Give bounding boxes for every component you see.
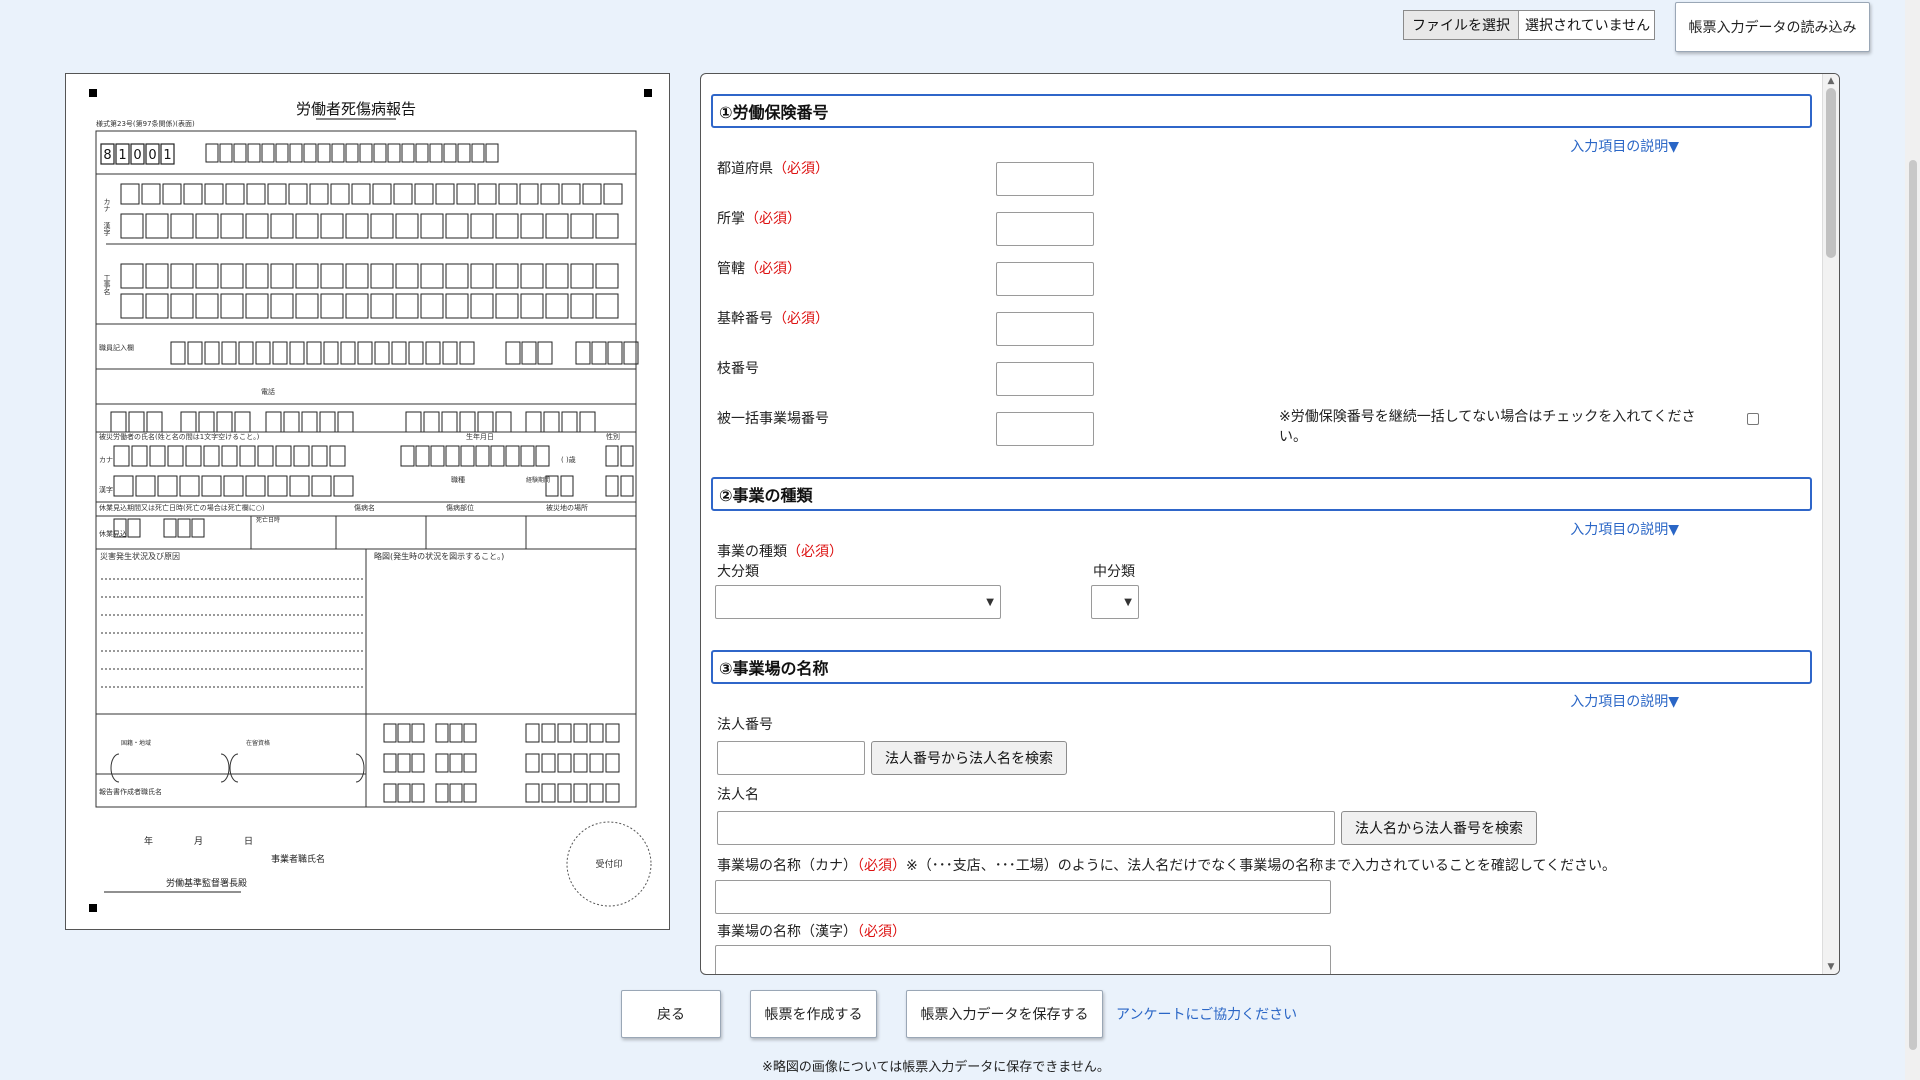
panel-scrollbar[interactable]: ▲ ▼ [1822, 74, 1839, 974]
site-name-kanji-input[interactable] [715, 945, 1331, 974]
preview-label-circumstances: 災害発生状況及び原因 [100, 551, 180, 561]
major-category-select[interactable]: ▼ [715, 585, 1001, 619]
section-title-site-name: ③事業場の名称 [711, 650, 1812, 684]
preview-label-addressee: 労働基準監督署長殿 [166, 877, 247, 889]
preview-label-experience: 経験期間 [526, 476, 550, 484]
file-input[interactable]: ファイルを選択 選択されていません [1403, 10, 1655, 40]
prefecture-input[interactable] [996, 162, 1094, 196]
label-core-number: 基幹番号（必須） [717, 311, 829, 327]
label-major-category: 大分類 [717, 564, 759, 580]
jurisdiction-input[interactable] [996, 262, 1094, 296]
label-site-name-kana: 事業場の名称（カナ）（必須）※（･･･支店、･･･工場）のように、法人名だけでな… [717, 858, 1617, 874]
help-link-site-name[interactable]: 入力項目の説明▼ [1570, 691, 1679, 711]
preview-code-digit: 1 [163, 148, 171, 163]
chevron-down-icon: ▼ [1124, 596, 1132, 608]
help-link-insurance-number[interactable]: 入力項目の説明▼ [1570, 136, 1679, 156]
preview-label-worker: 被災労働者の氏名(姓と名の間は1文字空けること。) [99, 432, 260, 441]
preview-code-digit: 8 [103, 148, 111, 163]
input-form-panel[interactable]: ▲ ▼ ①労働保険番号 入力項目の説明▼ 都道府県（必須） 所掌（必須） 管轄（… [700, 73, 1840, 975]
label-business-type: 事業の種類（必須） [717, 544, 843, 560]
survey-link[interactable]: アンケートにご協力ください [1116, 1004, 1297, 1024]
load-input-data-button[interactable]: 帳票入力データの読み込み [1675, 2, 1870, 52]
middle-category-select[interactable]: ▼ [1091, 585, 1139, 619]
label-jurisdiction-type: 所掌（必須） [717, 211, 801, 227]
site-name-kana-input[interactable] [715, 880, 1331, 914]
create-form-button[interactable]: 帳票を作成する [750, 990, 877, 1038]
preview-code-digit: 0 [148, 148, 156, 163]
label-bulk-site-number: 被一括事業場番号 [717, 411, 829, 427]
file-status-text: 選択されていません [1525, 18, 1651, 34]
preview-label-month: 月 [194, 836, 203, 847]
preview-label-location: 被災地の場所 [546, 503, 588, 512]
preview-label-residence: 在留資格 [246, 739, 270, 747]
page-scroll-thumb[interactable] [1909, 160, 1917, 1050]
preview-form-number: 様式第23号(第97条関係)(表面) [96, 119, 195, 128]
label-site-name-kanji: 事業場の名称（漢字）（必須） [717, 924, 906, 940]
bulk-site-number-input[interactable] [996, 412, 1094, 446]
label-corporate-name: 法人名 [717, 787, 759, 803]
preview-title: 労働者死傷病報告 [296, 100, 416, 118]
label-corporate-number: 法人番号 [717, 717, 773, 733]
section-title-insurance-number: ①労働保険番号 [711, 94, 1812, 128]
scroll-down-arrow-icon[interactable]: ▼ [1823, 960, 1839, 974]
preview-label-job: 職種 [451, 475, 465, 484]
scroll-up-arrow-icon[interactable]: ▲ [1823, 74, 1839, 88]
preview-label-kana2: カナ [99, 456, 113, 464]
preview-label-death: 死亡日時 [256, 516, 280, 524]
preview-label-staff: 職員記入欄 [99, 343, 134, 352]
help-link-business-type[interactable]: 入力項目の説明▼ [1570, 519, 1679, 539]
scroll-thumb[interactable] [1826, 88, 1836, 258]
label-middle-category: 中分類 [1093, 564, 1135, 580]
preview-label-reporter: 報告書作成者職氏名 [99, 787, 162, 796]
preview-label-kana: カナ [103, 198, 111, 212]
preview-label-injury: 傷病名 [354, 503, 375, 512]
preview-label-sketch: 略図(発生時の状況を図示すること。) [374, 551, 504, 561]
core-number-input[interactable] [996, 312, 1094, 346]
file-select-button[interactable]: ファイルを選択 [1404, 11, 1519, 39]
preview-label-day: 日 [244, 836, 253, 847]
chevron-down-icon: ▼ [986, 596, 994, 608]
corporate-name-input[interactable] [717, 811, 1335, 845]
form-preview: 労働者死傷病報告 様式第23号(第97条関係)(表面) 81001 カナ 漢字 … [65, 73, 670, 930]
preview-label-kanji: 漢字 [103, 221, 111, 236]
corporate-number-input[interactable] [717, 741, 865, 775]
preview-label-age: ( )歳 [561, 455, 576, 464]
preview-label-employer: 事業者職氏名 [271, 853, 325, 865]
preview-label-nationality: 国籍・地域 [121, 739, 151, 747]
bulk-checkbox[interactable] [1747, 413, 1759, 425]
preview-label-year: 年 [144, 835, 153, 847]
preview-label-absence: 休業見込 [99, 529, 127, 538]
preview-code-digit: 1 [118, 148, 126, 163]
preview-label-injury-part: 傷病部位 [446, 503, 474, 512]
label-jurisdiction: 管轄（必須） [717, 261, 801, 277]
section-title-business-type: ②事業の種類 [711, 477, 1812, 511]
search-corp-name-button[interactable]: 法人番号から法人名を検索 [871, 741, 1067, 775]
save-input-data-button[interactable]: 帳票入力データを保存する [906, 990, 1103, 1038]
bulk-checkbox-note: ※労働保険番号を継続一括してない場合はチェックを入れてください。 [1279, 409, 1696, 445]
preview-label-phone: 電話 [261, 387, 275, 396]
preview-label-kanji2: 漢字 [99, 485, 113, 494]
preview-stamp: 受付印 [595, 858, 622, 870]
preview-label-birth: 生年月日 [466, 432, 494, 441]
preview-label-leave: 休業見込期間又は死亡日時(死亡の場合は死亡欄に○) [99, 503, 265, 512]
bottom-note: ※略図の画像については帳票入力データに保存できません。 [762, 1060, 1110, 1075]
preview-label-gender: 性別 [606, 432, 620, 441]
preview-label-construction: 工事名 [103, 274, 111, 296]
back-button[interactable]: 戻る [621, 990, 721, 1038]
preview-code-digit: 0 [133, 148, 141, 163]
label-branch-number: 枝番号 [717, 361, 759, 377]
label-prefecture: 都道府県（必須） [717, 161, 829, 177]
jurisdiction-type-input[interactable] [996, 212, 1094, 246]
branch-number-input[interactable] [996, 362, 1094, 396]
search-corp-number-button[interactable]: 法人名から法人番号を検索 [1341, 811, 1537, 845]
